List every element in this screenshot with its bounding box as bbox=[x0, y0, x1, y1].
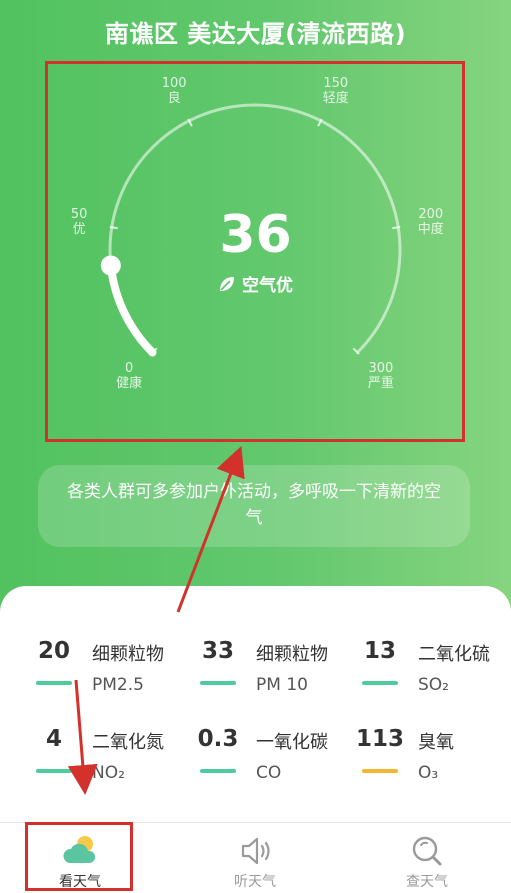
tab-listen-weather[interactable]: 听天气 bbox=[195, 823, 315, 893]
pollutant-value: 113 bbox=[355, 726, 404, 752]
pollutant-level-bar bbox=[36, 681, 72, 685]
pollutant-name: 细颗粒物 bbox=[256, 644, 328, 665]
pollutant-code: NO₂ bbox=[92, 763, 125, 783]
pollutant-value: 4 bbox=[45, 726, 62, 752]
pollutant-code: PM 10 bbox=[256, 675, 308, 695]
pollutant-item[interactable]: 0.3 一氧化碳 CO bbox=[164, 726, 334, 786]
pollutant-item[interactable]: 4 二氧化氮 NO₂ bbox=[0, 726, 170, 786]
pollutant-item[interactable]: 20 细颗粒物 PM2.5 bbox=[0, 638, 170, 698]
tab-label: 查天气 bbox=[406, 874, 448, 890]
pollutant-code: CO bbox=[256, 763, 282, 783]
annotation-highlight-gauge bbox=[45, 61, 465, 442]
tab-label: 听天气 bbox=[234, 874, 276, 890]
pollutant-item[interactable]: 113 臭氧 O₃ bbox=[326, 726, 496, 786]
pollutant-level-bar bbox=[36, 769, 72, 773]
magnifier-icon bbox=[412, 836, 442, 866]
pollutant-name: 臭氧 bbox=[418, 732, 454, 753]
pollutant-code: SO₂ bbox=[418, 675, 449, 695]
pollutant-name: 二氧化氮 bbox=[92, 732, 164, 753]
pollutant-value: 33 bbox=[201, 638, 234, 664]
pollutant-value: 20 bbox=[37, 638, 70, 664]
pollutant-name: 二氧化硫 bbox=[418, 644, 490, 665]
pollutant-code: PM2.5 bbox=[92, 675, 144, 695]
tab-search-weather[interactable]: 查天气 bbox=[367, 823, 487, 893]
pollutant-name: 细颗粒物 bbox=[92, 644, 164, 665]
pollutant-code: O₃ bbox=[418, 763, 439, 783]
pollutant-level-bar bbox=[200, 769, 236, 773]
pollutant-value: 13 bbox=[363, 638, 396, 664]
pollutant-level-bar bbox=[200, 681, 236, 685]
pollutant-level-bar bbox=[362, 769, 398, 773]
speaker-icon bbox=[241, 837, 270, 865]
pollutant-item[interactable]: 33 细颗粒物 PM 10 bbox=[164, 638, 334, 698]
pollutant-level-bar bbox=[362, 681, 398, 685]
health-advice: 各类人群可多参加户外活动，多呼吸一下清新的空气 bbox=[38, 465, 470, 547]
pollutant-name: 一氧化碳 bbox=[256, 732, 328, 753]
pollutant-item[interactable]: 13 二氧化硫 SO₂ bbox=[326, 638, 496, 698]
pollutants-panel: 20 细颗粒物 PM2.5 33 细颗粒物 PM 10 13 二氧化硫 SO₂ … bbox=[0, 586, 511, 822]
pollutant-value: 0.3 bbox=[197, 726, 239, 752]
annotation-highlight-tab bbox=[25, 822, 133, 891]
